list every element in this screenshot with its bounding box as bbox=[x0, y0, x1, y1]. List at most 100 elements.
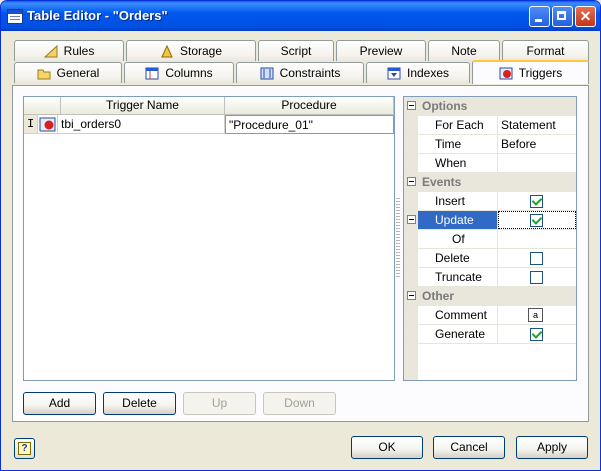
prop-value[interactable] bbox=[498, 325, 576, 343]
prop-value[interactable] bbox=[498, 230, 576, 248]
prop-update[interactable]: Update bbox=[404, 211, 576, 230]
apply-button[interactable]: Apply bbox=[516, 436, 588, 459]
tab-label: Columns bbox=[165, 66, 213, 80]
prop-label: Delete bbox=[418, 249, 498, 267]
add-button[interactable]: Add bbox=[23, 392, 96, 415]
panel-splitter[interactable] bbox=[396, 198, 400, 278]
truncate-checkbox[interactable] bbox=[530, 271, 543, 284]
tab-preview[interactable]: Preview bbox=[336, 40, 426, 61]
prop-label: Comment bbox=[418, 306, 498, 324]
category-options[interactable]: Options bbox=[404, 97, 576, 116]
prop-of[interactable]: Of bbox=[404, 230, 576, 249]
prop-value[interactable]: Statement bbox=[498, 116, 576, 134]
insert-checkbox[interactable] bbox=[530, 195, 543, 208]
prop-label: Truncate bbox=[418, 268, 498, 286]
collapse-icon[interactable] bbox=[407, 215, 416, 224]
prop-label: Generate bbox=[418, 325, 498, 343]
comment-editor-icon[interactable]: a bbox=[528, 308, 543, 322]
col-header-trigger-name[interactable]: Trigger Name bbox=[61, 97, 225, 115]
maximize-icon bbox=[557, 11, 566, 20]
close-button[interactable]: ✕ bbox=[575, 6, 596, 27]
prop-generate[interactable]: Generate bbox=[404, 325, 576, 344]
help-button[interactable]: ? bbox=[14, 438, 35, 459]
generate-checkbox[interactable] bbox=[530, 328, 543, 341]
prop-comment[interactable]: Comment a bbox=[404, 306, 576, 325]
constraints-icon bbox=[260, 67, 274, 80]
trigger-name-cell[interactable]: tbi_orders0 bbox=[58, 115, 225, 134]
tab-label: Rules bbox=[63, 44, 95, 58]
maximize-button[interactable] bbox=[552, 6, 573, 27]
collapse-icon[interactable] bbox=[407, 291, 416, 300]
prop-value[interactable] bbox=[498, 268, 576, 286]
prop-label: Of bbox=[418, 230, 498, 248]
tab-format[interactable]: Format bbox=[502, 40, 589, 61]
tab-label: General bbox=[56, 66, 100, 80]
window-title: Table Editor - "Orders" bbox=[27, 8, 168, 23]
triggers-grid[interactable]: Trigger Name Procedure I tbi_orders0 "Pr… bbox=[23, 96, 395, 381]
prop-value[interactable] bbox=[498, 211, 576, 229]
tab-label: Constraints bbox=[279, 66, 341, 80]
down-button[interactable]: Down bbox=[263, 392, 336, 415]
tab-label: Indexes bbox=[406, 66, 450, 80]
prop-when[interactable]: When bbox=[404, 154, 576, 173]
cancel-button[interactable]: Cancel bbox=[433, 436, 505, 459]
prop-value[interactable] bbox=[498, 154, 576, 172]
tab-rules[interactable]: Rules bbox=[14, 40, 124, 61]
tab-triggers[interactable]: Triggers bbox=[472, 60, 589, 84]
table-row[interactable]: I tbi_orders0 "Procedure_01" bbox=[24, 115, 394, 134]
prop-delete[interactable]: Delete bbox=[404, 249, 576, 268]
close-icon: ✕ bbox=[579, 8, 592, 24]
delete-button[interactable]: Delete bbox=[103, 392, 176, 415]
collapse-icon[interactable] bbox=[407, 101, 416, 110]
prop-value[interactable] bbox=[498, 249, 576, 267]
tab-general[interactable]: General bbox=[14, 62, 122, 83]
tab-label: Script bbox=[280, 44, 312, 58]
button-label: Apply bbox=[536, 440, 568, 454]
category-label: Options bbox=[422, 99, 468, 113]
grid-corner bbox=[24, 97, 61, 115]
tab-script[interactable]: Script bbox=[258, 40, 334, 61]
tab-storage[interactable]: Storage bbox=[126, 40, 256, 61]
prop-label: When bbox=[418, 154, 498, 172]
help-icon: ? bbox=[18, 442, 31, 455]
collapse-icon[interactable] bbox=[407, 177, 416, 186]
tab-constraints[interactable]: Constraints bbox=[236, 62, 364, 83]
prop-time[interactable]: Time Before bbox=[404, 135, 576, 154]
button-label: Delete bbox=[122, 396, 157, 410]
button-label: Cancel bbox=[450, 440, 488, 454]
prop-label: Insert bbox=[418, 192, 498, 210]
button-label: OK bbox=[378, 440, 396, 454]
category-label: Events bbox=[422, 175, 462, 189]
category-label: Other bbox=[422, 289, 455, 303]
prop-truncate[interactable]: Truncate bbox=[404, 268, 576, 287]
grid-header: Trigger Name Procedure bbox=[24, 97, 394, 115]
prop-value[interactable]: a bbox=[498, 306, 576, 324]
ruler-icon bbox=[43, 44, 58, 58]
prop-value[interactable]: Before bbox=[498, 135, 576, 153]
storage-icon bbox=[160, 44, 174, 58]
category-other[interactable]: Other bbox=[404, 287, 576, 306]
title-bar[interactable]: Table Editor - "Orders" ✕ bbox=[1, 1, 600, 31]
tab-label: Format bbox=[526, 44, 565, 58]
minimize-icon bbox=[535, 19, 542, 22]
row-cursor-marker: I bbox=[24, 115, 38, 134]
ok-button[interactable]: OK bbox=[351, 436, 423, 459]
prop-insert[interactable]: Insert bbox=[404, 192, 576, 211]
category-events[interactable]: Events bbox=[404, 173, 576, 192]
col-header-procedure[interactable]: Procedure bbox=[225, 97, 394, 115]
minimize-button[interactable] bbox=[529, 6, 550, 27]
tab-indexes[interactable]: Indexes bbox=[366, 62, 470, 83]
prop-value[interactable] bbox=[498, 192, 576, 210]
up-button[interactable]: Up bbox=[183, 392, 256, 415]
prop-for-each[interactable]: For Each Statement bbox=[404, 116, 576, 135]
procedure-cell[interactable]: "Procedure_01" bbox=[225, 115, 394, 134]
tab-label: Preview bbox=[359, 44, 403, 58]
delete-checkbox[interactable] bbox=[530, 252, 543, 265]
trigger-properties: Options For Each Statement Time Before W… bbox=[403, 96, 577, 381]
tab-note[interactable]: Note bbox=[428, 40, 500, 61]
tab-columns[interactable]: Columns bbox=[124, 62, 234, 83]
update-checkbox[interactable] bbox=[530, 214, 543, 227]
columns-icon bbox=[145, 67, 159, 80]
tab-label: Triggers bbox=[518, 66, 563, 80]
prop-label: For Each bbox=[418, 116, 498, 134]
